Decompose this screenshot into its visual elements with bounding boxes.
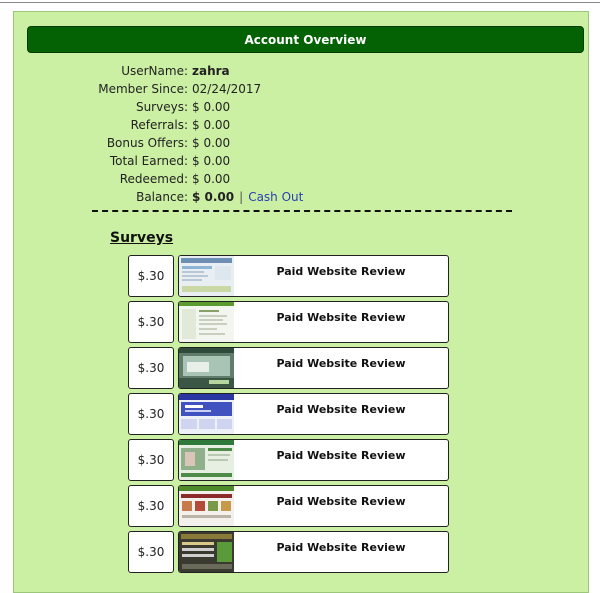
- header-title: Account Overview: [244, 32, 367, 47]
- referrals-value: $ 0.00: [192, 118, 231, 132]
- survey-card[interactable]: Paid Website Review: [178, 301, 449, 343]
- survey-title: Paid Website Review: [276, 311, 406, 324]
- website-thumbnail: [179, 486, 234, 526]
- cash-out-link[interactable]: Cash Out: [248, 188, 303, 206]
- top-divider: [0, 2, 600, 3]
- survey-price: $.30: [137, 269, 165, 283]
- bonus-offers-label: Bonus Offers:: [106, 136, 188, 150]
- survey-card[interactable]: Paid Website Review: [178, 255, 449, 297]
- survey-price: $.30: [137, 453, 165, 467]
- dashed-divider: [92, 210, 512, 212]
- account-info: UserName: zahra Member Since: 02/24/2017…: [34, 62, 303, 206]
- survey-price: $.30: [137, 499, 165, 513]
- survey-price-button[interactable]: $.30: [128, 347, 174, 389]
- surveys-earnings-row: Surveys: $ 0.00: [34, 98, 303, 116]
- survey-title: Paid Website Review: [276, 265, 406, 278]
- survey-item: $.30 Paid Website Review: [128, 439, 449, 485]
- bonus-offers-row: Bonus Offers: $ 0.00: [34, 134, 303, 152]
- member-since-label: Member Since:: [98, 82, 188, 96]
- website-thumbnail: [179, 440, 234, 480]
- survey-price-button[interactable]: $.30: [128, 301, 174, 343]
- bonus-offers-value: $ 0.00: [192, 136, 231, 150]
- survey-price-button[interactable]: $.30: [128, 485, 174, 527]
- survey-list: $.30 Paid Website Review $.30 Paid Websi…: [128, 255, 449, 577]
- redeemed-value: $ 0.00: [192, 172, 231, 186]
- survey-title: Paid Website Review: [276, 495, 406, 508]
- account-overview-header: Account Overview: [27, 26, 584, 53]
- survey-card[interactable]: Paid Website Review: [178, 439, 449, 481]
- website-thumbnail: [179, 256, 234, 296]
- survey-item: $.30 Paid Website Review: [128, 531, 449, 577]
- survey-title: Paid Website Review: [276, 541, 406, 554]
- survey-item: $.30 Paid Website Review: [128, 347, 449, 393]
- referrals-label: Referrals:: [130, 118, 188, 132]
- referrals-row: Referrals: $ 0.00: [34, 116, 303, 134]
- balance-label: Balance:: [136, 190, 188, 204]
- total-earned-value: $ 0.00: [192, 154, 231, 168]
- member-since-row: Member Since: 02/24/2017: [34, 80, 303, 98]
- survey-price-button[interactable]: $.30: [128, 531, 174, 573]
- survey-item: $.30 Paid Website Review: [128, 485, 449, 531]
- survey-price-button[interactable]: $.30: [128, 393, 174, 435]
- survey-price: $.30: [137, 407, 165, 421]
- redeemed-label: Redeemed:: [119, 172, 188, 186]
- redeemed-row: Redeemed: $ 0.00: [34, 170, 303, 188]
- balance-separator: |: [239, 190, 244, 204]
- surveys-earnings-value: $ 0.00: [192, 100, 231, 114]
- survey-item: $.30 Paid Website Review: [128, 255, 449, 301]
- member-since-value: 02/24/2017: [192, 82, 262, 96]
- website-thumbnail: [179, 532, 234, 572]
- balance-row: Balance: $ 0.00 | Cash Out: [34, 188, 303, 206]
- survey-price-button[interactable]: $.30: [128, 255, 174, 297]
- website-thumbnail: [179, 394, 234, 434]
- survey-title: Paid Website Review: [276, 403, 406, 416]
- survey-card[interactable]: Paid Website Review: [178, 393, 449, 435]
- website-thumbnail: [179, 348, 234, 388]
- username-label: UserName:: [121, 64, 188, 78]
- survey-card[interactable]: Paid Website Review: [178, 531, 449, 573]
- survey-item: $.30 Paid Website Review: [128, 301, 449, 347]
- survey-price: $.30: [137, 361, 165, 375]
- survey-card[interactable]: Paid Website Review: [178, 485, 449, 527]
- total-earned-label: Total Earned:: [109, 154, 188, 168]
- survey-card[interactable]: Paid Website Review: [178, 347, 449, 389]
- username-value: zahra: [192, 64, 230, 78]
- survey-title: Paid Website Review: [276, 357, 406, 370]
- balance-value: $ 0.00: [192, 190, 235, 204]
- surveys-earnings-label: Surveys:: [135, 100, 188, 114]
- total-earned-row: Total Earned: $ 0.00: [34, 152, 303, 170]
- survey-item: $.30 Paid Website Review: [128, 393, 449, 439]
- survey-price: $.30: [137, 545, 165, 559]
- surveys-heading: Surveys: [110, 230, 174, 246]
- account-panel: Account Overview UserName: zahra Member …: [13, 11, 589, 593]
- username-row: UserName: zahra: [34, 62, 303, 80]
- website-thumbnail: [179, 302, 234, 342]
- survey-title: Paid Website Review: [276, 449, 406, 462]
- survey-price: $.30: [137, 315, 165, 329]
- survey-price-button[interactable]: $.30: [128, 439, 174, 481]
